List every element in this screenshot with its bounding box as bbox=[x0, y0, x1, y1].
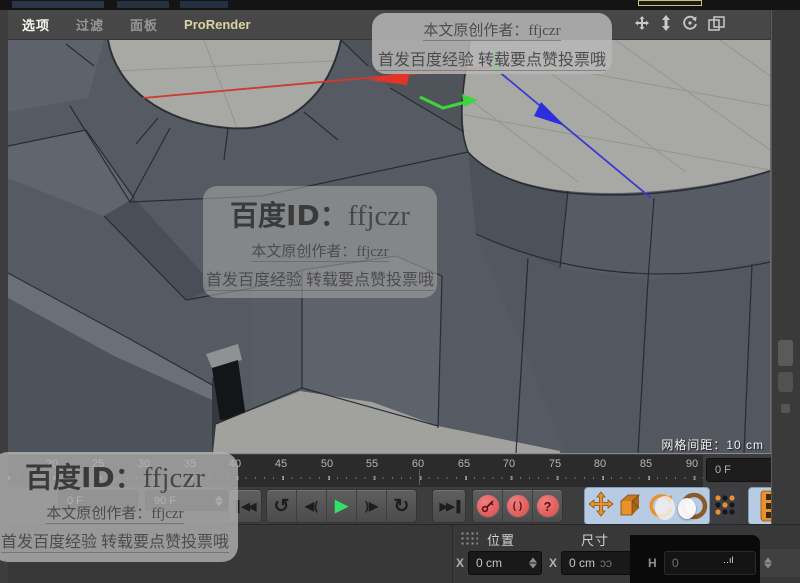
tick-label: 80 bbox=[593, 458, 607, 470]
tick-label: 55 bbox=[365, 458, 379, 470]
record-key-icon bbox=[475, 494, 500, 518]
watermark-bottom: 百度ID：ffjczr 本文原创作者：ffjczr 首发百度经验 转载要点赞投票… bbox=[0, 452, 238, 562]
move-tool-icon bbox=[588, 491, 614, 517]
watermark-notice-line: 首发百度经验 转载要点赞投票哦 bbox=[205, 272, 434, 291]
watermark-top: 本文原创作者：ffjczr 首发百度经验 转载要点赞投票哦 bbox=[372, 13, 612, 74]
panel-corner bbox=[760, 549, 800, 577]
right-edge-strip bbox=[771, 10, 800, 524]
maximize-view-icon[interactable] bbox=[708, 15, 725, 31]
watermark-center: 百度ID：ffjczr 本文原创作者：ffjczr 首发百度经验 转载要点赞投票… bbox=[203, 186, 437, 298]
taskbar-fragment bbox=[117, 1, 169, 8]
next-frame-button[interactable]: )▶ bbox=[357, 490, 387, 522]
size-x-label: X bbox=[549, 556, 558, 570]
tick-label: 90 bbox=[685, 458, 699, 470]
play-icon: ▶ bbox=[334, 496, 349, 515]
grid-dots-icon bbox=[715, 495, 735, 515]
pan-icon[interactable] bbox=[634, 15, 650, 31]
position-x-spinner[interactable] bbox=[529, 557, 537, 569]
watermark-notice-line: 首发百度经验 转载要点赞投票哦 bbox=[377, 52, 606, 71]
taskbar-fragment bbox=[12, 1, 104, 8]
panel-drag-handle-icon[interactable] bbox=[460, 531, 478, 545]
position-x-label: X bbox=[456, 556, 465, 570]
edge-widget-button[interactable] bbox=[778, 372, 793, 392]
previous-frame-button[interactable]: ◀( bbox=[297, 490, 327, 522]
scale-tool-icon bbox=[620, 494, 641, 516]
obscured-marks: ɔɔ bbox=[600, 556, 612, 570]
position-x-value: 0 cm bbox=[476, 556, 503, 570]
watermark-baidu-id-value: ffjczr bbox=[142, 462, 205, 494]
size-h-spinner[interactable] bbox=[764, 557, 772, 569]
goto-start-icon: ▌◀◀ bbox=[235, 500, 257, 513]
watermark-author-line: 本文原创作者：ffjczr bbox=[423, 23, 561, 41]
menu-item-filter[interactable]: 过滤 bbox=[76, 15, 104, 34]
watermark-baidu-id-value: ffjczr bbox=[347, 200, 410, 232]
auto-key-button[interactable]: ( ) bbox=[503, 490, 533, 522]
play-forwards-button[interactable]: ↻ bbox=[387, 490, 416, 522]
play-forwards-icon: ↻ bbox=[393, 495, 410, 517]
question-button[interactable]: ? bbox=[533, 490, 562, 522]
scale-tool-button[interactable] bbox=[617, 492, 643, 518]
size-h-label: H bbox=[648, 556, 657, 570]
menu-item-panel[interactable]: 面板 bbox=[130, 15, 158, 34]
watermark-baidu-id-label: 百度ID： bbox=[25, 461, 143, 494]
size-x-value: 0 cm bbox=[569, 556, 596, 570]
grid-dots-button[interactable] bbox=[710, 487, 740, 523]
panel-divider bbox=[452, 524, 453, 583]
dolly-icon[interactable] bbox=[660, 15, 672, 31]
menu-item-prorender[interactable]: ProRender bbox=[184, 17, 250, 32]
menu-item-options[interactable]: 选项 bbox=[22, 15, 50, 34]
watermark-author-line: 本文原创作者：ffjczr bbox=[251, 244, 389, 262]
keying-group: ( ) ? bbox=[472, 489, 563, 523]
play-backwards-button[interactable]: ↺ bbox=[267, 490, 297, 522]
auto-key-icon: ( ) bbox=[505, 494, 530, 518]
grid-spacing-label: 网格间距：10 cm bbox=[661, 438, 764, 452]
question-icon: ? bbox=[535, 494, 560, 518]
size-header: 尺寸 bbox=[581, 533, 610, 548]
taskbar-fragment bbox=[180, 1, 228, 8]
size-h-value: 0 bbox=[672, 556, 679, 570]
tick-label: 50 bbox=[320, 458, 334, 470]
tick-label: 65 bbox=[457, 458, 471, 470]
move-tool-button[interactable] bbox=[588, 491, 614, 519]
taskbar-fragment bbox=[638, 0, 702, 6]
view-navigation-controls bbox=[634, 15, 725, 31]
tick-label: 60 bbox=[411, 458, 425, 470]
tick-label: 70 bbox=[502, 458, 516, 470]
watermark-author-line: 本文原创作者：ffjczr bbox=[46, 506, 184, 524]
playback-group: ↺ ◀( ▶ )▶ ↻ bbox=[266, 489, 417, 523]
size-h-field[interactable]: 0 ‥ıl bbox=[664, 551, 756, 575]
application-window: 选项 过滤 面板 ProRender 网格间距：10 cm 45 50 55 6… bbox=[0, 0, 800, 583]
frame-marker[interactable] bbox=[419, 469, 420, 485]
watermark-notice-line: 首发百度经验 转载要点赞投票哦 bbox=[0, 534, 229, 553]
rotate-icon[interactable] bbox=[682, 15, 698, 31]
edge-widget-button[interactable] bbox=[778, 340, 793, 366]
record-key-button[interactable] bbox=[473, 490, 503, 522]
goto-end-button[interactable]: ▶▶▐ bbox=[432, 489, 466, 523]
tick-label: 85 bbox=[639, 458, 653, 470]
current-frame-value: 0 F bbox=[715, 464, 731, 476]
goto-end-icon: ▶▶▐ bbox=[439, 500, 461, 513]
play-backwards-icon: ↺ bbox=[273, 495, 290, 517]
cursor-highlight bbox=[655, 496, 675, 520]
mouse-cursor bbox=[678, 498, 696, 519]
tick-label: 75 bbox=[548, 458, 562, 470]
play-button[interactable]: ▶ bbox=[327, 490, 357, 522]
previous-frame-icon: ◀( bbox=[304, 499, 319, 513]
position-header: 位置 bbox=[487, 533, 516, 548]
tick-label: 45 bbox=[274, 458, 288, 470]
overlay-artifact: ‥ıl bbox=[723, 555, 734, 565]
edge-widget-dot[interactable] bbox=[781, 404, 790, 413]
watermark-baidu-id-label: 百度ID： bbox=[230, 199, 348, 232]
position-x-field[interactable]: 0 cm bbox=[468, 551, 542, 575]
next-frame-icon: )▶ bbox=[364, 499, 379, 513]
